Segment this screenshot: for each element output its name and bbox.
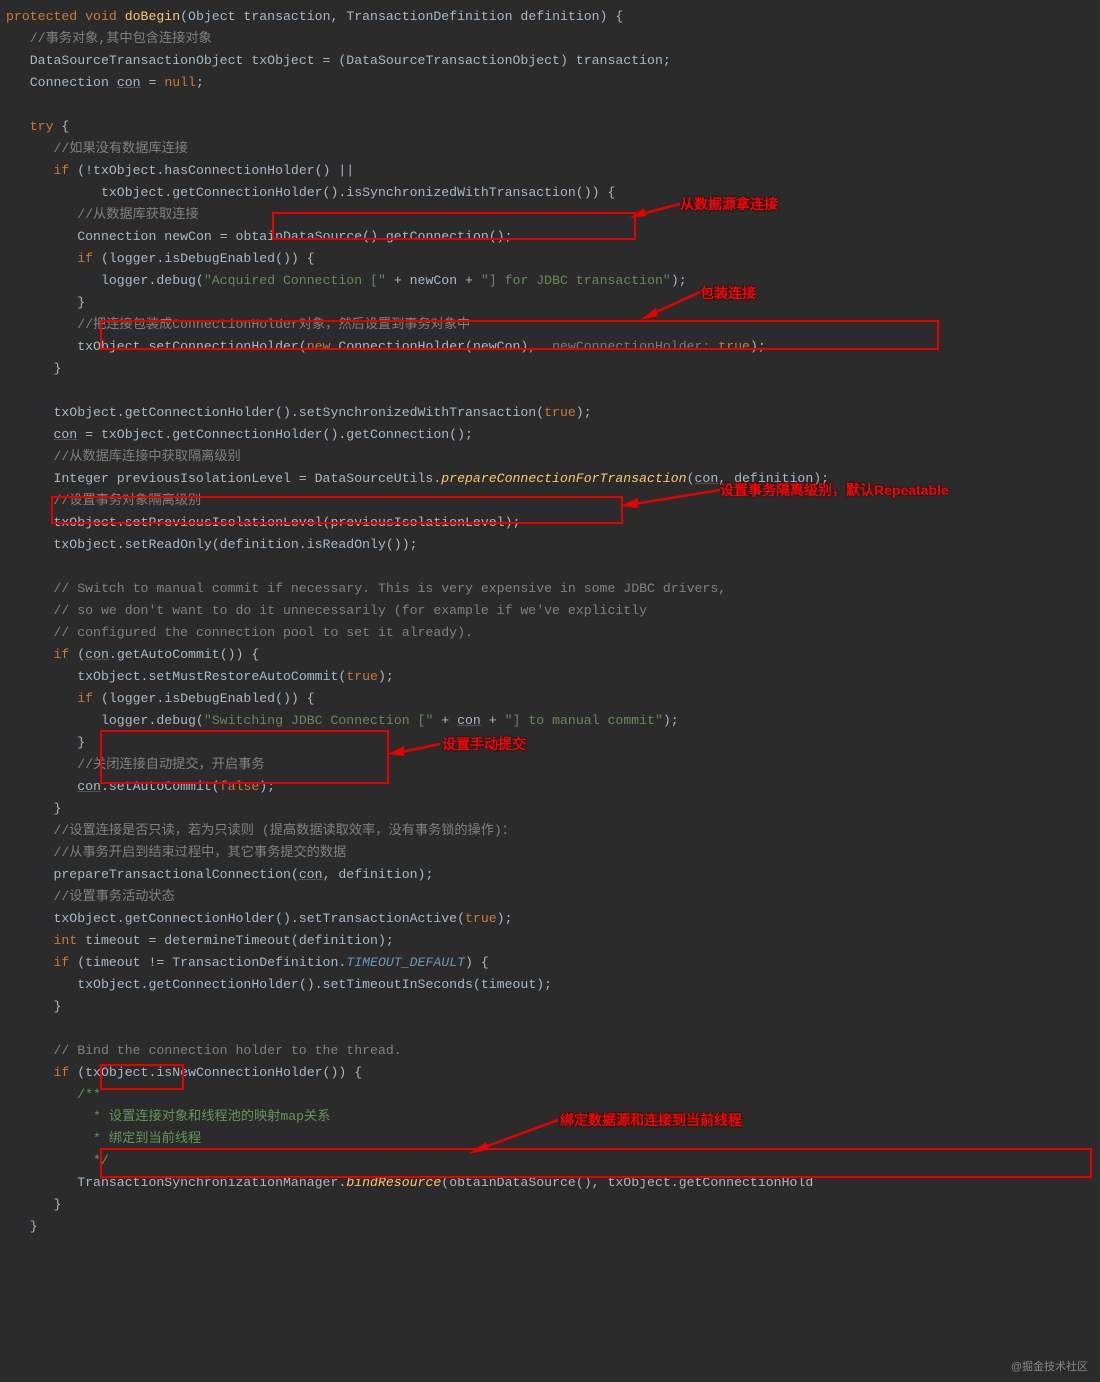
comment-line: //事务对象,其中包含连接对象 xyxy=(30,31,212,46)
comment-line: // so we don't want to do it unnecessari… xyxy=(53,603,647,618)
comment-line: //如果没有数据库连接 xyxy=(53,141,188,156)
comment-line: //设置事务对象隔离级别 xyxy=(53,493,201,508)
comment-line: // configured the connection pool to set… xyxy=(53,625,472,640)
code-editor: protected void doBegin(Object transactio… xyxy=(0,0,1100,1244)
doc-comment: */ xyxy=(85,1153,109,1168)
comment-line: // Bind the connection holder to the thr… xyxy=(53,1043,401,1058)
doc-comment: * 设置连接对象和线程池的映射map关系 xyxy=(85,1109,330,1124)
doc-comment: /** xyxy=(77,1087,101,1102)
doc-comment: * 绑定到当前线程 xyxy=(85,1131,201,1146)
comment-line: //关闭连接自动提交，开启事务 xyxy=(77,757,264,772)
comment-line: //从事务开启到结束过程中，其它事务提交的数据 xyxy=(53,845,346,860)
watermark-text: @掘金技术社区 xyxy=(1011,1358,1088,1374)
comment-line: //把连接包装成ConnectionHolder对象，然后设置到事务对象中 xyxy=(77,317,470,332)
comment-line: //设置事务活动状态 xyxy=(53,889,174,904)
comment-line: //设置连接是否只读，若为只读则 (提高数据读取效率，没有事务锁的操作)： xyxy=(53,823,515,838)
comment-line: // Switch to manual commit if necessary.… xyxy=(53,581,726,596)
comment-line: //从数据库获取连接 xyxy=(77,207,198,222)
comment-line: //从数据库连接中获取隔离级别 xyxy=(53,449,240,464)
